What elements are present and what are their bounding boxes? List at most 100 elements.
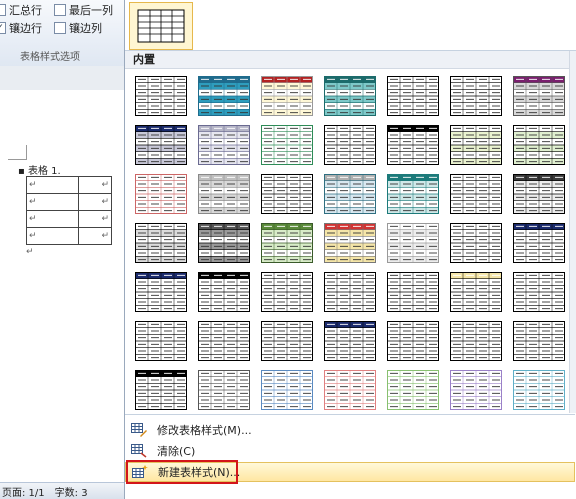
- table-style-icon: [324, 271, 376, 312]
- table-style-thumbnail[interactable]: [387, 173, 439, 214]
- table-style-thumbnail[interactable]: [450, 222, 502, 263]
- last-column-option[interactable]: 最后一列: [54, 2, 113, 18]
- table-style-thumbnail[interactable]: [198, 222, 250, 263]
- table-style-thumbnail[interactable]: [513, 173, 565, 214]
- table-style-thumbnail[interactable]: [261, 320, 313, 361]
- table-cell[interactable]: ↵: [78, 227, 112, 245]
- page-indicator[interactable]: 页面: 1/1: [2, 484, 45, 499]
- banded-columns-option[interactable]: 镶边列: [54, 20, 102, 36]
- table-style-thumbnail[interactable]: [387, 75, 439, 116]
- style-thumbnail-grid: [125, 70, 571, 412]
- table-style-thumbnail[interactable]: [513, 369, 565, 410]
- table-style-thumbnail[interactable]: [324, 124, 376, 165]
- table-style-thumbnail[interactable]: [261, 124, 313, 165]
- table-style-icon: [450, 173, 502, 214]
- table-style-icon: [513, 173, 565, 214]
- table-cell[interactable]: ↵: [78, 210, 112, 228]
- table-cell[interactable]: ↵: [78, 176, 112, 194]
- table-style-thumbnail[interactable]: [198, 320, 250, 361]
- table-style-thumbnail[interactable]: [198, 173, 250, 214]
- table-style-thumbnail[interactable]: [198, 271, 250, 312]
- gallery-scrollbar[interactable]: [569, 51, 576, 413]
- table-style-thumbnail[interactable]: [198, 75, 250, 116]
- banded-rows-checkbox[interactable]: ✓: [0, 22, 6, 34]
- table-style-thumbnail[interactable]: [135, 320, 187, 361]
- table-style-icon: [324, 173, 376, 214]
- current-style-thumbnail[interactable]: [129, 2, 193, 50]
- table-style-icon: [513, 222, 565, 263]
- table-style-thumbnail[interactable]: [324, 75, 376, 116]
- table-style-icon: [324, 124, 376, 165]
- table-cell[interactable]: ↵: [26, 210, 79, 228]
- table-style-thumbnail[interactable]: [450, 173, 502, 214]
- table-cell[interactable]: ↵: [26, 227, 79, 245]
- table-style-thumbnail[interactable]: [324, 222, 376, 263]
- document-table[interactable]: ↵ ↵ ↵ ↵ ↵ ↵ ↵ ↵: [26, 176, 112, 245]
- banded-columns-checkbox[interactable]: [54, 22, 66, 34]
- table-style-icon: [450, 369, 502, 410]
- last-column-checkbox[interactable]: [54, 4, 66, 16]
- table-style-thumbnail[interactable]: [261, 173, 313, 214]
- table-style-thumbnail[interactable]: [450, 369, 502, 410]
- table-style-thumbnail[interactable]: [198, 124, 250, 165]
- table-style-thumbnail[interactable]: [261, 75, 313, 116]
- table-style-thumbnail[interactable]: [324, 173, 376, 214]
- table-style-thumbnail[interactable]: [261, 271, 313, 312]
- table-cell[interactable]: ↵: [26, 193, 79, 211]
- total-row-checkbox[interactable]: [0, 4, 6, 16]
- table-style-thumbnail[interactable]: [387, 320, 439, 361]
- table-style-thumbnail[interactable]: [513, 320, 565, 361]
- document-table-row[interactable]: ↵ ↵: [26, 193, 112, 211]
- table-style-icon: [198, 173, 250, 214]
- modify-style-icon: [131, 423, 147, 437]
- table-style-icon: [324, 320, 376, 361]
- total-row-option[interactable]: 汇总行: [0, 2, 42, 18]
- table-style-thumbnail[interactable]: [135, 173, 187, 214]
- table-style-icon: [387, 320, 439, 361]
- table-style-icon: [135, 75, 187, 116]
- table-style-thumbnail[interactable]: [450, 124, 502, 165]
- table-style-thumbnail[interactable]: [450, 271, 502, 312]
- table-style-thumbnail[interactable]: [198, 369, 250, 410]
- table-style-thumbnail[interactable]: [513, 124, 565, 165]
- table-style-thumbnail[interactable]: [387, 271, 439, 312]
- table-style-thumbnail[interactable]: [135, 369, 187, 410]
- table-style-options-group: 汇总行 最后一列 ✓ 镶边行 镶边列 表格样式选项: [0, 0, 124, 67]
- document-table-row[interactable]: ↵ ↵: [26, 210, 112, 228]
- table-style-thumbnail[interactable]: [324, 320, 376, 361]
- word-count[interactable]: 字数: 3: [55, 484, 88, 499]
- modify-table-style-item[interactable]: 修改表格样式(M)...: [125, 420, 575, 440]
- table-style-thumbnail[interactable]: [387, 222, 439, 263]
- banded-rows-label: 镶边行: [9, 22, 42, 35]
- table-style-thumbnail[interactable]: [135, 75, 187, 116]
- table-style-icon: [513, 124, 565, 165]
- document-table-row[interactable]: ↵ ↵: [26, 176, 112, 194]
- table-style-thumbnail[interactable]: [513, 271, 565, 312]
- banded-rows-option[interactable]: ✓ 镶边行: [0, 20, 42, 36]
- table-style-thumbnail[interactable]: [387, 369, 439, 410]
- table-style-icon: [324, 75, 376, 116]
- table-cell[interactable]: ↵: [78, 193, 112, 211]
- builtin-section-header: 内置: [125, 51, 575, 69]
- document-table-row[interactable]: ↵ ↵: [26, 227, 112, 245]
- table-cell[interactable]: ↵: [26, 176, 79, 194]
- table-style-thumbnail[interactable]: [135, 271, 187, 312]
- table-style-thumbnail[interactable]: [261, 222, 313, 263]
- table-style-icon: [261, 222, 313, 263]
- table-style-thumbnail[interactable]: [135, 124, 187, 165]
- table-style-thumbnail[interactable]: [135, 222, 187, 263]
- table-style-thumbnail[interactable]: [513, 75, 565, 116]
- table-style-icon: [135, 124, 187, 165]
- clear-item[interactable]: 清除(C): [125, 441, 575, 461]
- table-style-icon: [450, 222, 502, 263]
- table-style-thumbnail[interactable]: [513, 222, 565, 263]
- paragraph-mark: ↵: [26, 247, 34, 257]
- table-style-thumbnail[interactable]: [261, 369, 313, 410]
- table-style-thumbnail[interactable]: [324, 369, 376, 410]
- table-style-thumbnail[interactable]: [324, 271, 376, 312]
- table-style-thumbnail[interactable]: [387, 124, 439, 165]
- table-style-thumbnail[interactable]: [450, 320, 502, 361]
- table-style-thumbnail[interactable]: [450, 75, 502, 116]
- highlight-box: [126, 460, 238, 484]
- table-styles-gallery: 内置 修改表格样式(M)... 清除(C) 新建表样式(N)...: [124, 0, 576, 499]
